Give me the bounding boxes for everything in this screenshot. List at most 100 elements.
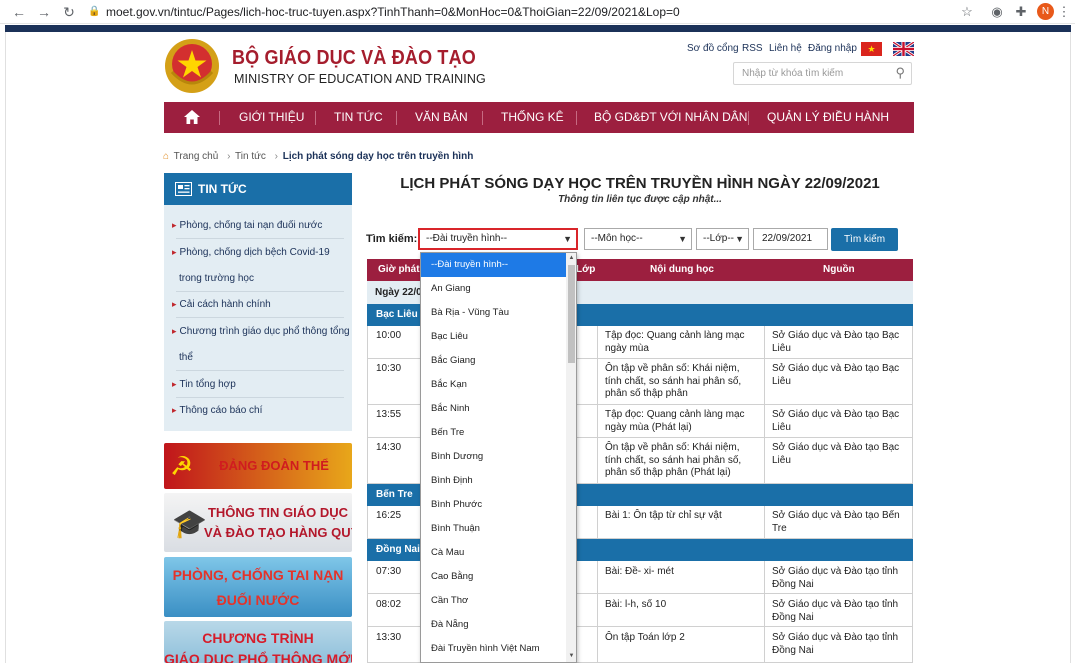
site-search-input[interactable]: Nhập từ khóa tìm kiếm ⚲ bbox=[733, 62, 912, 85]
dropdown-option[interactable]: Bắc Kạn bbox=[421, 373, 566, 397]
cell-time: 13:30 bbox=[376, 632, 402, 643]
back-icon[interactable]: ← bbox=[10, 3, 28, 21]
dropdown-option[interactable]: Cao Bằng bbox=[421, 565, 566, 589]
sidebar-heading-label: TIN TỨC bbox=[198, 182, 247, 196]
nav-gioi-thieu[interactable]: GIỚI THIỆU bbox=[239, 102, 304, 133]
banner-phong-chong-duoi-nuoc[interactable]: PHÒNG, CHỐNG TAI NẠN ĐUỐI NƯỚC bbox=[164, 557, 352, 617]
search-button[interactable]: Tìm kiếm bbox=[831, 228, 898, 251]
filter-label: Tìm kiếm: bbox=[366, 233, 418, 245]
scroll-down-icon[interactable]: ▼ bbox=[567, 653, 576, 659]
sidebar-item-cai-cach-hanh-chinh[interactable]: Cải cách hành chính bbox=[172, 299, 271, 310]
bookmark-star-icon[interactable]: ☆ bbox=[959, 4, 975, 20]
subject-select[interactable]: --Môn học-- ▼ bbox=[584, 228, 692, 250]
cell-source: Sở Giáo dục và Đào tạo Bạc bbox=[772, 330, 900, 341]
banner-duoi-nuoc-line1: PHÒNG, CHỐNG TAI NẠN bbox=[172, 567, 344, 583]
cell-content: Bài: l-h, số 10 bbox=[605, 599, 667, 610]
puzzle-icon[interactable]: ✚ bbox=[1013, 4, 1029, 20]
banner-chuong-trinh-moi[interactable]: CHƯƠNG TRÌNH GIÁO DỤC PHỔ THÔNG MỚI bbox=[164, 621, 352, 663]
breadcrumb-current[interactable]: Lịch phát sóng dạy học trên truyền hình bbox=[283, 151, 474, 162]
dropdown-option[interactable]: Bà Rịa - Vũng Tàu bbox=[421, 301, 566, 325]
banner-thong-tin-line1: THÔNG TIN GIÁO DỤC bbox=[207, 505, 349, 520]
dropdown-option[interactable]: Bắc Ninh bbox=[421, 397, 566, 421]
sidebar-item-chuong-trinh-gdpt-line2[interactable]: thể bbox=[179, 352, 193, 363]
banner-thong-tin-giao-duc[interactable]: 🎓 THÔNG TIN GIÁO DỤC VÀ ĐÀO TẠO HÀNG QUÝ bbox=[164, 493, 352, 552]
cell-source: Liêu bbox=[772, 376, 791, 387]
tv-station-select[interactable]: --Đài truyền hình-- ▼ bbox=[418, 228, 578, 250]
home-icon[interactable] bbox=[183, 108, 201, 126]
cell-content: ngày mùa bbox=[605, 343, 649, 354]
province-label: Đồng Nai bbox=[376, 544, 420, 555]
banner-duoi-nuoc-line2: ĐUỐI NƯỚC bbox=[216, 592, 300, 608]
dropdown-option[interactable]: Bình Dương bbox=[421, 445, 566, 469]
column-header-source: Nguồn bbox=[823, 264, 855, 275]
sidebar-item-chuong-trinh-gdpt[interactable]: Chương trình giáo dục phổ thông tổng bbox=[172, 326, 350, 337]
sidebar-item-thong-cao-bao-chi[interactable]: Thông cáo báo chí bbox=[172, 405, 263, 416]
menu-icon[interactable]: ⋮ bbox=[1056, 4, 1072, 20]
nav-van-ban[interactable]: VĂN BẢN bbox=[415, 102, 468, 133]
province-label: Bến Tre bbox=[376, 489, 413, 500]
cell-source: Sở Giáo dục và Đào tạo tỉnh bbox=[772, 566, 899, 577]
english-flag-icon[interactable] bbox=[893, 42, 914, 56]
sitemap-link[interactable]: Sơ đồ cổng bbox=[687, 43, 739, 54]
banner-dang-doan-the[interactable]: ☭ ĐẢNG ĐOÀN THỂ bbox=[164, 443, 352, 489]
cell-content: phân số thập phân (Phát lại) bbox=[605, 467, 731, 478]
search-icon[interactable]: ⚲ bbox=[895, 65, 905, 81]
nav-thong-ke[interactable]: THỐNG KÊ bbox=[501, 102, 564, 133]
extension-icon[interactable]: ◉ bbox=[989, 4, 1005, 20]
dropdown-option[interactable]: An Giang bbox=[421, 277, 566, 301]
chevron-down-icon: ▼ bbox=[563, 234, 572, 244]
breadcrumb-separator-icon: › bbox=[227, 151, 231, 162]
national-emblem-logo[interactable] bbox=[164, 38, 220, 94]
sidebar-item-covid[interactable]: Phòng, chống dịch bệch Covid-19 bbox=[172, 247, 330, 258]
dropdown-option[interactable]: --Đài truyền hình-- bbox=[421, 253, 566, 277]
rss-link[interactable]: RSS bbox=[742, 43, 763, 54]
dropdown-option[interactable]: Bình Thuận bbox=[421, 517, 566, 541]
grade-select[interactable]: --Lớp-- ▼ bbox=[696, 228, 749, 250]
breadcrumb-home[interactable]: Trang chủ bbox=[174, 151, 219, 162]
cell-source: Sở Giáo dục và Đào tạo Bạc bbox=[772, 442, 900, 453]
breadcrumb-section[interactable]: Tin tức bbox=[235, 151, 266, 162]
profile-avatar[interactable]: N bbox=[1037, 3, 1054, 20]
dropdown-option[interactable]: Bạc Liêu bbox=[421, 325, 566, 349]
dropdown-option[interactable]: Bắc Giang bbox=[421, 349, 566, 373]
cell-content: phân số thập phân bbox=[605, 388, 688, 399]
date-input[interactable]: 22/09/2021 bbox=[753, 228, 828, 250]
nav-bo-gddt-voi-nhan-dan[interactable]: BỘ GD&ĐT VỚI NHÂN DÂN bbox=[594, 102, 747, 133]
dropdown-option[interactable]: Cần Thơ bbox=[421, 589, 566, 613]
dropdown-option[interactable]: Bến Tre bbox=[421, 421, 566, 445]
tv-station-dropdown-list[interactable]: --Đài truyền hình-- An Giang Bà Rịa - Vũ… bbox=[420, 252, 577, 663]
site-title[interactable]: BỘ GIÁO DỤC VÀ ĐÀO TẠO bbox=[232, 47, 476, 70]
cell-time: 10:30 bbox=[376, 363, 402, 374]
nav-quan-ly-dieu-hanh[interactable]: QUẢN LÝ ĐIỀU HÀNH bbox=[767, 102, 889, 133]
scroll-up-icon[interactable]: ▲ bbox=[567, 255, 576, 261]
sidebar-item-tin-tong-hop[interactable]: Tin tổng hợp bbox=[172, 379, 236, 390]
dropdown-option[interactable]: Bình Phước bbox=[421, 493, 566, 517]
site-subtitle: MINISTRY OF EDUCATION AND TRAINING bbox=[234, 72, 486, 86]
contact-link[interactable]: Liên hệ bbox=[769, 43, 802, 54]
dropdown-option[interactable]: Cà Mau bbox=[421, 541, 566, 565]
cell-time: 07:30 bbox=[376, 566, 402, 577]
breadcrumb-separator-icon: › bbox=[274, 151, 278, 162]
nav-tin-tuc[interactable]: TIN TỨC bbox=[334, 102, 383, 133]
cell-source: Sở Giáo dục và Đào tạo Bạc bbox=[772, 409, 900, 420]
address-bar[interactable]: 🔒 moet.gov.vn/tintuc/Pages/lich-hoc-truc… bbox=[86, 2, 981, 22]
vietnamese-flag-icon[interactable]: ★ bbox=[861, 42, 882, 56]
dropdown-option[interactable]: Đà Nẵng bbox=[421, 613, 566, 637]
graduate-books-icon: 🎓 bbox=[172, 508, 207, 539]
cell-source: Liêu bbox=[772, 455, 791, 466]
breadcrumb: ⌂ Trang chủ › Tin tức › Lịch phát sóng d… bbox=[163, 151, 475, 162]
sidebar-item-covid-line2[interactable]: trong trường học bbox=[179, 273, 254, 284]
dropdown-scrollbar[interactable]: ▲ ▼ bbox=[566, 253, 576, 662]
dropdown-option[interactable]: Bình Định bbox=[421, 469, 566, 493]
breadcrumb-home-icon[interactable]: ⌂ bbox=[163, 151, 169, 162]
login-link[interactable]: Đăng nhập bbox=[808, 43, 857, 54]
url-text: moet.gov.vn/tintuc/Pages/lich-hoc-truc-t… bbox=[106, 5, 680, 19]
top-accent-bar bbox=[5, 25, 1071, 32]
reload-icon[interactable]: ↻ bbox=[60, 3, 78, 21]
cell-content: tính chất, so sánh hai phân số, bbox=[605, 455, 742, 466]
dropdown-option[interactable]: Đài Truyền hình Việt Nam bbox=[421, 637, 566, 661]
forward-icon[interactable]: → bbox=[35, 3, 53, 21]
sidebar-item-phong-chong-duoi-nuoc[interactable]: Phòng, chống tai nạn đuối nước bbox=[172, 220, 323, 231]
cell-content: Ôn tập Toán lớp 2 bbox=[605, 632, 685, 643]
scrollbar-thumb[interactable] bbox=[568, 265, 575, 363]
